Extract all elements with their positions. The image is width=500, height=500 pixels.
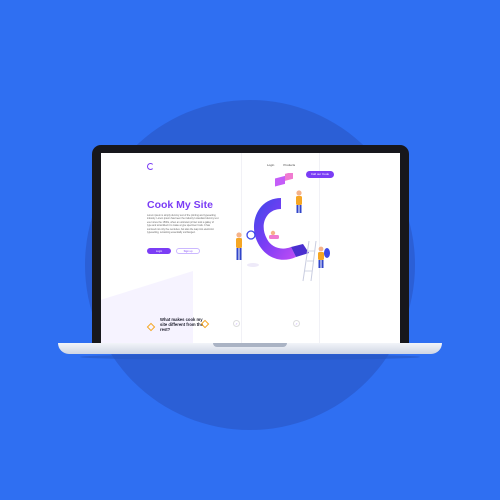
nav-link-products[interactable]: Products [283,163,295,167]
c-logo-icon[interactable] [147,163,154,170]
hero-illustration [236,173,330,282]
signup-button[interactable]: Sign up [176,248,200,254]
top-nav: Login Products [267,163,295,167]
gender-icon[interactable]: ♂ [293,320,300,327]
hero-title: Cook My Site [147,199,213,211]
hero-description: Lorem ipsum is simply dummy text of the … [147,214,219,235]
gender-icon[interactable]: ♂ [233,320,240,327]
laptop-screen: Login Products Call our Cook Cook My Sit… [101,153,400,343]
background-shape [101,271,193,343]
laptop-shadow [80,354,420,360]
nav-link-login[interactable]: Login [267,163,274,167]
login-button[interactable]: Login [147,248,171,254]
laptop-notch [213,343,287,347]
